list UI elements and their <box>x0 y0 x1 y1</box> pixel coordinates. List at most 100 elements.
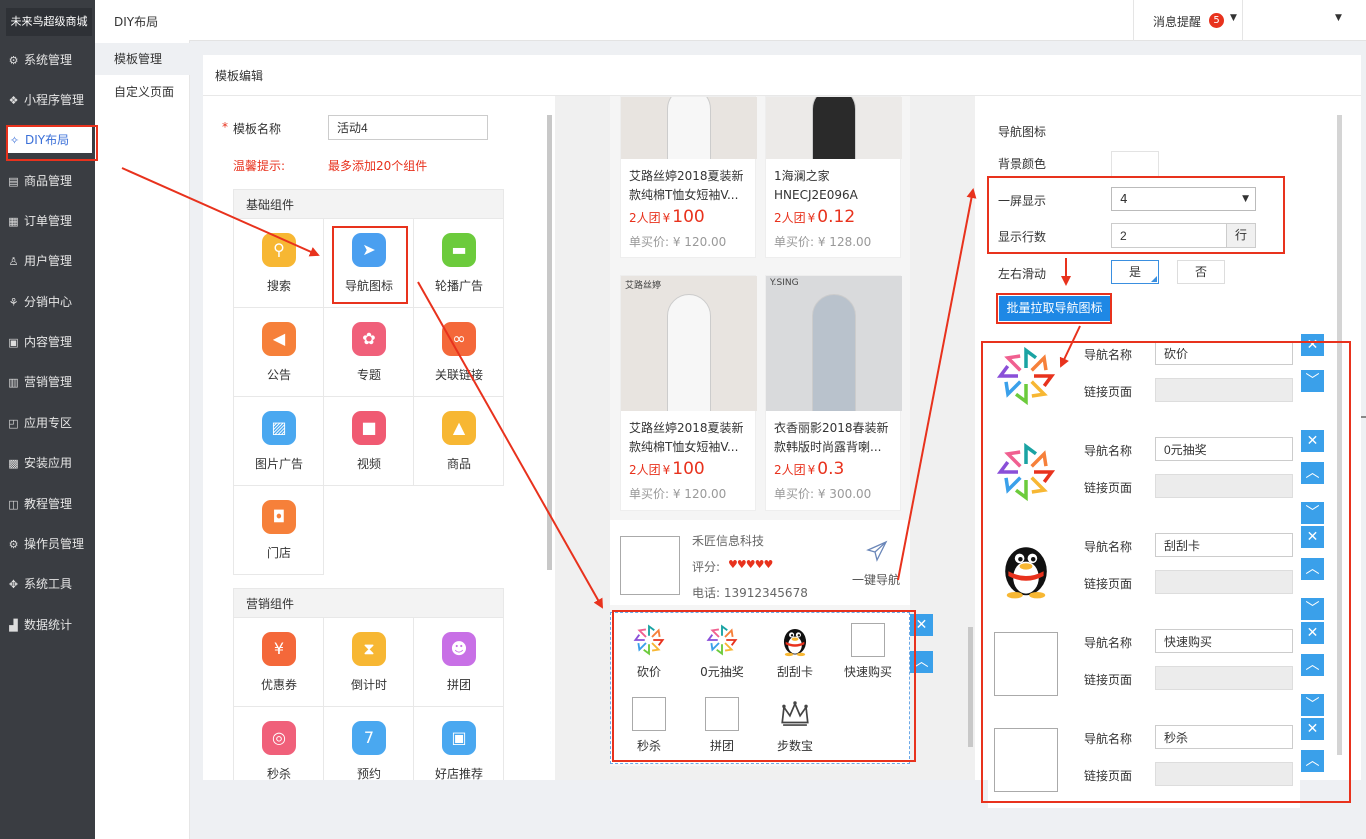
sidebar-item-7[interactable]: ▣ 内容管理 <box>0 329 95 355</box>
nav-item-delete-button[interactable]: ✕ <box>1301 334 1324 356</box>
image-placeholder-icon[interactable] <box>994 728 1058 792</box>
one-click-navigation[interactable]: 一键导航 <box>852 571 900 588</box>
nav-name-input[interactable] <box>1155 437 1293 461</box>
sidebar-item-6[interactable]: ⚘ 分销中心 <box>0 289 95 315</box>
preview-scrollbar[interactable] <box>968 627 973 747</box>
settings-scrollbar[interactable] <box>1337 115 1342 755</box>
tip-label: 温馨提示: <box>233 159 286 173</box>
component-store[interactable]: ◘ 门店 <box>234 486 324 575</box>
preview-nav-item[interactable]: 拼团 <box>687 697 757 763</box>
component-video[interactable]: ■ 视频 <box>324 397 414 486</box>
product-card[interactable]: 艾路丝婷 艾路丝婷2018夏装新款纯棉T恤女短袖V... 2人团 ¥100 单买价: ¥… <box>620 275 757 511</box>
store-name: 禾匠信息科技 <box>692 534 765 548</box>
per-screen-select[interactable]: 4 ▼ <box>1111 187 1256 211</box>
nav-item-move-up-button[interactable]: ︿ <box>1301 750 1324 772</box>
component-hourglass[interactable]: ⧗ 倒计时 <box>324 618 414 707</box>
preview-nav-label: 秒杀 <box>636 739 661 753</box>
sidebar-item-10[interactable]: ▩ 安装应用 <box>0 450 95 476</box>
product-card[interactable]: Y.SING 衣香丽影2018春装新款韩版时尚露背喇... 2人团 ¥0.3 单买价: … <box>765 275 902 511</box>
link-page-input[interactable] <box>1155 378 1293 402</box>
slide-yes-option[interactable]: 是 <box>1111 260 1159 284</box>
preview-nav-item[interactable]: 0元抽奖 <box>687 623 757 689</box>
template-name-input[interactable] <box>328 115 488 140</box>
sidebar-item-label: 安装应用 <box>24 456 73 470</box>
component-search[interactable]: ⚲ 搜索 <box>234 219 324 308</box>
nav-item-delete-button[interactable]: ✕ <box>1301 718 1324 740</box>
penguin-icon[interactable] <box>994 536 1058 600</box>
subnav-custom-page[interactable]: 自定义页面 <box>95 76 190 108</box>
component-calendar[interactable]: 7 预约 <box>324 707 414 780</box>
group-label: 2人团 <box>774 211 806 225</box>
nav-item-delete-button[interactable]: ✕ <box>1301 622 1324 644</box>
nav-item-move-down-button[interactable]: ﹀ <box>1301 370 1324 392</box>
nav-item-move-up-button[interactable]: ︿ <box>1301 654 1324 676</box>
nav-name-input[interactable] <box>1155 533 1293 557</box>
notice-button[interactable]: 消息提醒 5 ▼ <box>1138 0 1242 41</box>
component-topic[interactable]: ✿ 专题 <box>324 308 414 397</box>
pinwheel-icon[interactable] <box>994 440 1058 504</box>
sidebar-item-3[interactable]: ▤ 商品管理 <box>0 168 95 194</box>
sidebar-item-5[interactable]: ♙ 用户管理 <box>0 248 95 274</box>
component-group[interactable]: ☻ 拼团 <box>414 618 504 707</box>
nav-name-input[interactable] <box>1155 629 1293 653</box>
user-menu-chevron-icon[interactable]: ▼ <box>1335 13 1342 23</box>
nav-name-input[interactable] <box>1155 341 1293 365</box>
component-delete-button[interactable]: ✕ <box>910 614 933 636</box>
bg-color-picker[interactable] <box>1111 151 1159 178</box>
sidebar-item-14[interactable]: ▟ 数据统计 <box>0 612 95 638</box>
nav-icons-component[interactable]: 砍价 0元抽奖 刮刮卡 快速购买秒杀 拼团 步数宝 <box>610 612 910 764</box>
nav-item-move-down-button[interactable]: ﹀ <box>1301 694 1324 716</box>
link-page-input[interactable] <box>1155 474 1293 498</box>
store-card[interactable]: 禾匠信息科技 评分: ♥♥♥♥♥ 电话: 13912345678 一键导航 <box>610 520 910 605</box>
left-scrollbar[interactable] <box>547 115 552 570</box>
product-card[interactable]: 1海澜之家 HNECJ2E096A 2人团 ¥0.12 单买价: ¥ 128.00 <box>765 96 902 258</box>
component-notice[interactable]: ◀ 公告 <box>234 308 324 397</box>
preview-nav-item[interactable]: 步数宝 <box>760 697 830 763</box>
nav-item-move-up-button[interactable]: ︿ <box>1301 462 1324 484</box>
component-bag[interactable]: ▲ 商品 <box>414 397 504 486</box>
component-alarm[interactable]: ◎ 秒杀 <box>234 707 324 780</box>
product-card[interactable]: 艾路丝婷2018夏装新款纯棉T恤女短袖V... 2人团 ¥100 单买价: ¥ 120… <box>620 96 757 258</box>
batch-fetch-button[interactable]: 批量拉取导航图标 <box>999 296 1110 321</box>
slide-no-option[interactable]: 否 <box>1177 260 1225 284</box>
nav-item-delete-button[interactable]: ✕ <box>1301 526 1324 548</box>
sidebar-item-2[interactable]: ✧ DIY布局 <box>8 127 92 153</box>
component-link[interactable]: ∞ 关联链接 <box>414 308 504 397</box>
sidebar-item-1[interactable]: ❖ 小程序管理 <box>0 87 95 113</box>
component-carousel[interactable]: ▬ 轮播广告 <box>414 219 504 308</box>
preview-nav-item[interactable]: 秒杀 <box>614 697 684 763</box>
link-page-input[interactable] <box>1155 762 1293 786</box>
sidebar-item-11[interactable]: ◫ 教程管理 <box>0 491 95 517</box>
nav-item-move-down-button[interactable]: ﹀ <box>1301 502 1324 524</box>
sidebar-item-4[interactable]: ▦ 订单管理 <box>0 208 95 234</box>
pinwheel-icon[interactable] <box>994 344 1058 408</box>
component-coupon[interactable]: ¥ 优惠券 <box>234 618 324 707</box>
alarm-icon: ◎ <box>262 721 296 755</box>
sidebar-item-0[interactable]: ⚙ 系统管理 <box>0 47 95 73</box>
component-image[interactable]: ▨ 图片广告 <box>234 397 324 486</box>
nav-name-input[interactable] <box>1155 725 1293 749</box>
sidebar-item-13[interactable]: ✥ 系统工具 <box>0 571 95 597</box>
sidebar-item-label: 系统工具 <box>24 577 73 591</box>
sidebar-item-8[interactable]: ▥ 营销管理 <box>0 369 95 395</box>
preview-nav-item[interactable]: 快速购买 <box>833 623 903 689</box>
preview-nav-item[interactable]: 刮刮卡 <box>760 623 830 689</box>
image-placeholder-icon[interactable] <box>994 632 1058 696</box>
required-mark: * <box>222 120 228 134</box>
component-label: 公告 <box>266 368 291 382</box>
sidebar-item-9[interactable]: ◰ 应用专区 <box>0 410 95 436</box>
preview-nav-item[interactable]: 砍价 <box>614 623 684 689</box>
nav-item-delete-button[interactable]: ✕ <box>1301 430 1324 452</box>
link-page-input[interactable] <box>1155 666 1293 690</box>
nav-item-move-down-button[interactable]: ﹀ <box>1301 598 1324 620</box>
link-page-input[interactable] <box>1155 570 1293 594</box>
component-shop[interactable]: ▣ 好店推荐 <box>414 707 504 780</box>
nav-item-move-up-button[interactable]: ︿ <box>1301 558 1324 580</box>
component-label: 倒计时 <box>350 678 387 692</box>
nav-name-label: 导航名称 <box>1084 732 1133 746</box>
subnav-template-manage[interactable]: 模板管理 <box>95 43 190 75</box>
component-move-up-button[interactable]: ︿ <box>910 651 933 673</box>
component-navigation[interactable]: ➤ 导航图标 <box>324 219 414 308</box>
sidebar-item-12[interactable]: ⚙ 操作员管理 <box>0 531 95 557</box>
rows-input[interactable] <box>1111 223 1227 248</box>
